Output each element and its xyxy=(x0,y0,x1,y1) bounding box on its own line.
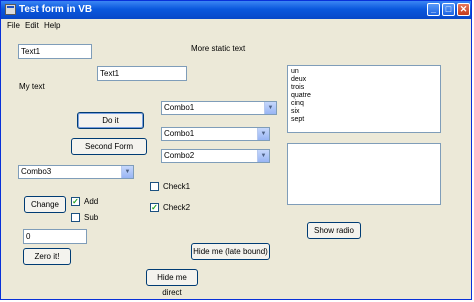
change-button[interactable]: Change xyxy=(24,196,66,213)
vb-test-window: Test form in VB _ □ ✕ File Edit Help Tex… xyxy=(0,0,472,300)
window-title: Test form in VB xyxy=(19,4,93,15)
check2-label: Check2 xyxy=(163,203,191,212)
combo2-dropdown[interactable]: Combo2 ▼ xyxy=(161,149,270,163)
sub-label: Sub xyxy=(84,213,99,222)
list-item[interactable]: cinq xyxy=(288,100,440,108)
list-item[interactable]: trois xyxy=(288,84,440,92)
check1-label: Check1 xyxy=(163,182,191,191)
more-static-text-label: More static text xyxy=(191,44,246,53)
zero-it-button[interactable]: Zero it! xyxy=(23,248,71,265)
empty-listbox[interactable] xyxy=(287,143,441,205)
check2-checkbox[interactable]: ✓ xyxy=(150,203,159,212)
maximize-button[interactable]: □ xyxy=(442,3,455,16)
add-checkbox[interactable]: ✓ xyxy=(71,197,80,206)
hide-late-bound-button[interactable]: Hide me (late bound) xyxy=(191,243,270,260)
combo3-dropdown[interactable]: Combo3 ▼ xyxy=(18,165,134,179)
minimize-button[interactable]: _ xyxy=(427,3,440,16)
list-item[interactable]: six xyxy=(288,108,440,116)
show-radio-button[interactable]: Show radio xyxy=(307,222,361,239)
title-bar[interactable]: Test form in VB _ □ ✕ xyxy=(1,1,471,19)
list-item[interactable]: quatre xyxy=(288,92,440,100)
chevron-down-icon[interactable]: ▼ xyxy=(264,102,276,114)
close-button[interactable]: ✕ xyxy=(457,3,470,16)
chevron-down-icon[interactable]: ▼ xyxy=(121,166,133,178)
menu-file[interactable]: File xyxy=(7,21,20,30)
add-label: Add xyxy=(84,197,99,206)
check1-checkbox[interactable] xyxy=(150,182,159,191)
zero-value-textbox[interactable]: 0 xyxy=(23,229,87,244)
do-it-button[interactable]: Do it xyxy=(77,112,144,129)
menu-help[interactable]: Help xyxy=(44,21,60,30)
app-icon xyxy=(5,4,16,15)
text1-textbox-top[interactable]: Text1 xyxy=(18,44,92,59)
second-form-button[interactable]: Second Form xyxy=(71,138,147,155)
text1-textbox-middle[interactable]: Text1 xyxy=(97,66,187,81)
combo1-dropdown-bottom[interactable]: Combo1 ▼ xyxy=(161,127,270,141)
combo1-dropdown-top[interactable]: Combo1 ▼ xyxy=(161,101,277,115)
chevron-down-icon[interactable]: ▼ xyxy=(257,150,269,162)
number-listbox[interactable]: un deux trois quatre cinq six sept xyxy=(287,65,441,133)
list-item[interactable]: deux xyxy=(288,76,440,84)
combo2-value: Combo2 xyxy=(164,151,195,160)
combo1-top-value: Combo1 xyxy=(164,103,195,112)
menu-edit[interactable]: Edit xyxy=(25,21,39,30)
sub-checkbox[interactable] xyxy=(71,213,80,222)
hide-direct-button[interactable]: Hide me direct xyxy=(146,269,198,297)
combo1-bottom-value: Combo1 xyxy=(164,129,195,138)
menu-bar: File Edit Help xyxy=(1,20,471,33)
my-text-label: My text xyxy=(19,82,45,91)
list-item[interactable]: sept xyxy=(288,116,440,124)
combo3-value: Combo3 xyxy=(21,167,52,176)
list-item[interactable]: un xyxy=(288,68,440,76)
chevron-down-icon[interactable]: ▼ xyxy=(257,128,269,140)
